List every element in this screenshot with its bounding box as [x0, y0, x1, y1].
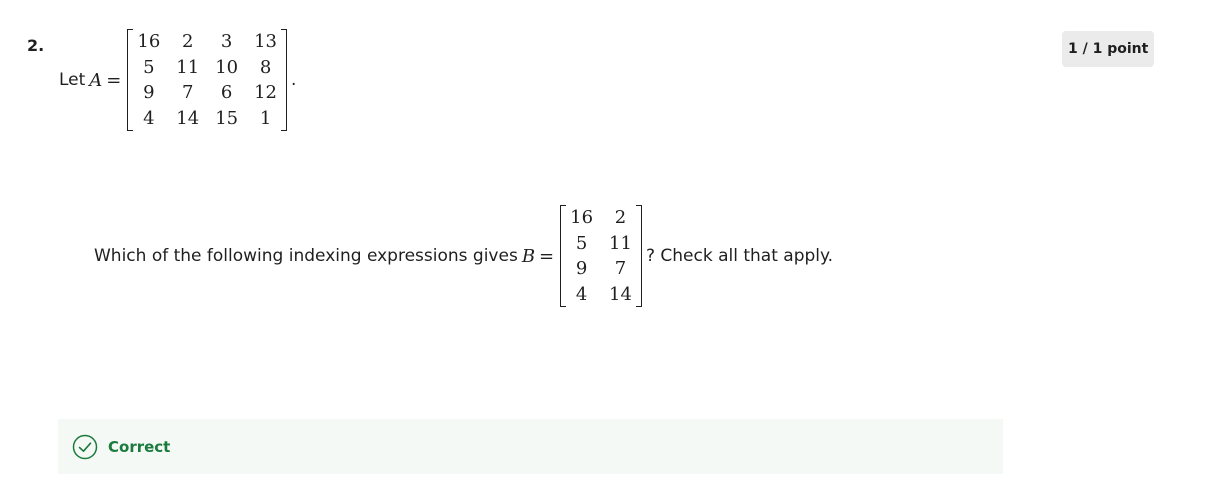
matrix-a-cell: 14 [176, 107, 200, 129]
matrix-a-cell: 12 [254, 82, 278, 103]
matrix-a-cell: 11 [176, 56, 200, 78]
matrix-b-cell: 9 [575, 258, 588, 279]
matrix-a-cell: 4 [143, 107, 155, 129]
matrix-definition: Let A = 16 2 3 13 5 11 10 8 9 7 6 12 4 1… [59, 28, 296, 132]
equals-sign: = [539, 245, 555, 267]
matrix-a-cell: 16 [137, 31, 161, 52]
prompt-suffix: ? Check all that apply. [645, 246, 834, 266]
matrix-a-cell: 8 [259, 56, 272, 78]
statement-prefix: Let [59, 70, 86, 90]
matrix-b-cell: 11 [609, 232, 632, 254]
prompt-prefix: Which of the following indexing expressi… [94, 246, 518, 266]
matrix-a-cell: 13 [254, 31, 278, 52]
matrix-b: 16 2 5 11 9 7 4 14 [560, 205, 642, 307]
matrix-b-cell: 14 [609, 283, 632, 305]
matrix-b-cell: 5 [575, 232, 588, 254]
matrix-b-cell: 16 [570, 207, 594, 228]
matrix-b-cell: 2 [614, 207, 627, 228]
variable-a: A [89, 69, 103, 91]
matrix-a-cell: 10 [215, 56, 239, 78]
matrix-a-cell: 3 [220, 31, 233, 52]
matrix-b-cell: 4 [575, 283, 588, 305]
check-circle-icon [72, 434, 98, 460]
points-badge: 1 / 1 point [1062, 31, 1155, 67]
matrix-b-cell: 7 [614, 258, 627, 279]
matrix-a: 16 2 3 13 5 11 10 8 9 7 6 12 4 14 15 1 [127, 29, 287, 131]
equals-sign: = [106, 69, 122, 91]
variable-b: B [521, 245, 536, 267]
matrix-a-cell: 15 [215, 107, 239, 129]
matrix-a-cell: 9 [143, 82, 155, 103]
matrix-a-cell: 2 [182, 31, 194, 52]
quiz-question: 2. 1 / 1 point Let A = 16 2 3 13 5 11 10… [0, 0, 1217, 504]
matrix-a-cell: 6 [220, 82, 233, 103]
matrix-a-cell: 7 [182, 82, 194, 103]
feedback-banner: Correct [58, 419, 1003, 474]
question-prompt: Which of the following indexing expressi… [94, 204, 833, 308]
question-number: 2. [27, 36, 45, 55]
matrix-a-cell: 5 [143, 56, 155, 78]
feedback-label: Correct [108, 437, 171, 456]
statement-suffix: . [291, 70, 297, 90]
matrix-a-cell: 1 [259, 107, 272, 129]
